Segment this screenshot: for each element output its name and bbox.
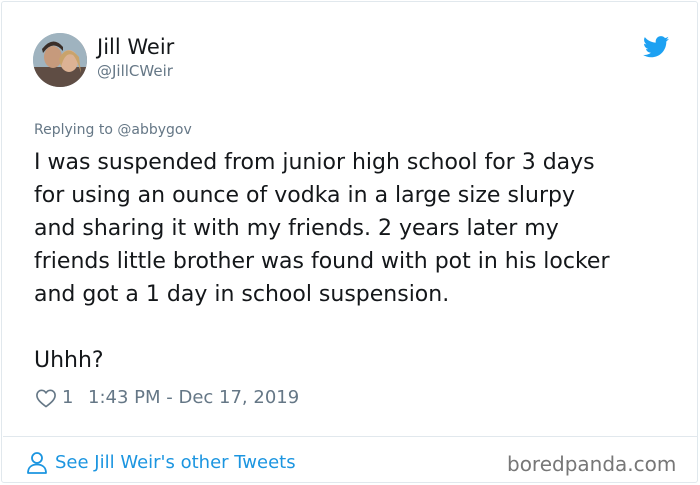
avatar[interactable] (33, 33, 87, 87)
person-icon (27, 452, 47, 474)
tweet-closing-line: Uhhh? (34, 348, 104, 373)
twitter-bird-icon[interactable] (643, 36, 669, 58)
see-other-tweets-label[interactable]: See Jill Weir's other Tweets (55, 452, 296, 473)
tweet-line: and sharing it with my friends. 2 years … (34, 216, 559, 241)
like-count[interactable]: 1 (62, 387, 73, 408)
tweet-line: for using an ounce of vodka in a large s… (34, 183, 575, 208)
tweet-line: I was suspended from junior high school … (34, 150, 595, 175)
replying-to[interactable]: Replying to @abbygov (34, 122, 192, 138)
boredpanda-watermark: boredpanda.com (507, 452, 677, 476)
tweet-header: Jill Weir @JillCWeir (33, 33, 673, 89)
heart-icon[interactable] (35, 388, 57, 408)
profile-photo (33, 33, 87, 87)
tweet-text: I was suspended from junior high school … (34, 146, 684, 377)
author-handle[interactable]: @JillCWeir (97, 62, 173, 80)
divider (3, 436, 698, 437)
tweet-timestamp[interactable]: 1:43 PM - Dec 17, 2019 (88, 387, 299, 408)
author-display-name[interactable]: Jill Weir (97, 35, 174, 59)
tweet-line: and got a 1 day in school suspension. (34, 282, 450, 307)
tweet-line: friends little brother was found with po… (34, 249, 610, 274)
tweet-card: Jill Weir @JillCWeir Replying to @abbygo… (1, 1, 698, 483)
